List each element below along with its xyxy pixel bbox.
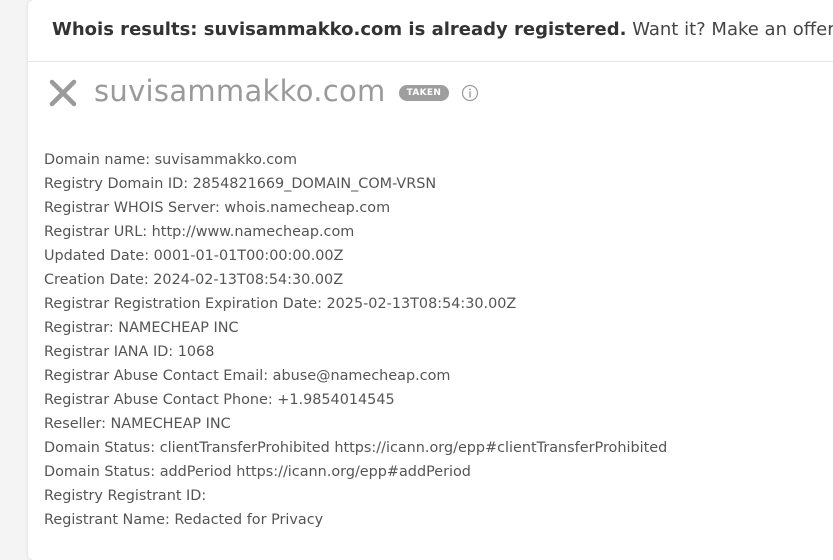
whois-line: Domain Status: addPeriod https://icann.o…	[44, 464, 471, 480]
whois-line: Reseller: NAMECHEAP INC	[44, 416, 231, 432]
whois-line: Registrant Name: Redacted for Privacy	[44, 512, 324, 528]
whois-line: Registry Registrant ID:	[44, 488, 207, 504]
whois-line: Updated Date: 0001-01-01T00:00:00.00Z	[44, 248, 344, 264]
whois-line: Domain Status: clientTransferProhibited …	[44, 440, 668, 456]
domain-name-title: suvisammakko.com	[94, 74, 386, 108]
whois-line: Creation Date: 2024-02-13T08:54:30.00Z	[44, 272, 344, 288]
whois-line: Domain name: suvisammakko.com	[44, 152, 297, 168]
header-message: Whois results: suvisammakko.com is alrea…	[52, 18, 833, 42]
domain-title-row: suvisammakko.com TAKEN	[48, 70, 479, 116]
whois-line: Registrar IANA ID: 1068	[44, 344, 215, 360]
info-icon[interactable]	[461, 84, 479, 102]
whois-result-card: Whois results: suvisammakko.com is alrea…	[28, 0, 833, 560]
whois-line: Registrar Registration Expiration Date: …	[44, 296, 517, 312]
whois-line: Registrar: NAMECHEAP INC	[44, 320, 239, 336]
result-header: Whois results: suvisammakko.com is alrea…	[28, 0, 833, 62]
close-x-icon	[49, 79, 77, 107]
whois-line: Registrar Abuse Contact Email: abuse@nam…	[44, 368, 451, 384]
whois-line: Registrar WHOIS Server: whois.namecheap.…	[44, 200, 391, 216]
registered-status-text: Whois results: suvisammakko.com is alrea…	[52, 19, 627, 40]
make-offer-link[interactable]: Want it? Make an offer now.	[632, 19, 833, 40]
whois-line: Registry Domain ID: 2854821669_DOMAIN_CO…	[44, 176, 437, 192]
taken-badge: TAKEN	[398, 85, 450, 101]
whois-record-list: Domain name: suvisammakko.com Registry D…	[44, 148, 667, 532]
whois-line: Registrar URL: http://www.namecheap.com	[44, 224, 355, 240]
whois-line: Registrar Abuse Contact Phone: +1.985401…	[44, 392, 395, 408]
